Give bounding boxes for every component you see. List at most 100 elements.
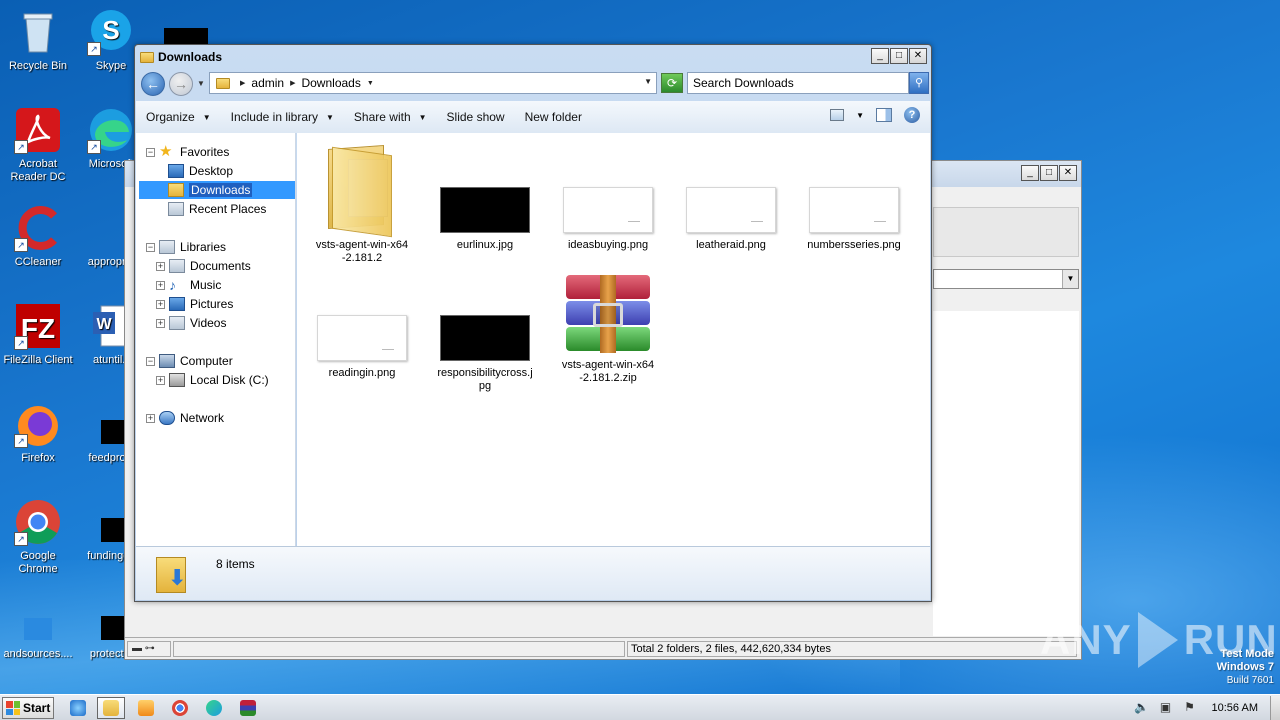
maximize-button[interactable]: □ bbox=[890, 48, 908, 64]
window-title: Downloads bbox=[140, 47, 222, 67]
flag-icon[interactable]: ⚑ bbox=[1182, 700, 1198, 716]
edge-icon: ↗ bbox=[87, 106, 135, 154]
close-button[interactable]: ✕ bbox=[1059, 165, 1077, 181]
chevron-right-icon[interactable]: ▶ bbox=[290, 79, 295, 87]
file-view[interactable]: vsts-agent-win-x64 -2.181.2 eurlinux.jpg… bbox=[297, 133, 930, 546]
nav-videos[interactable]: + Videos bbox=[156, 314, 226, 332]
firefox-icon: ↗ bbox=[14, 400, 62, 448]
new-folder-button[interactable]: New folder bbox=[515, 110, 592, 124]
expand-icon[interactable]: + bbox=[156, 375, 165, 385]
breadcrumb-admin[interactable]: admin bbox=[251, 76, 284, 90]
expand-icon[interactable]: + bbox=[146, 413, 155, 423]
taskbar-internet-explorer[interactable] bbox=[64, 697, 92, 719]
documents-icon bbox=[169, 259, 185, 273]
network-tray-icon[interactable]: ▣ bbox=[1158, 700, 1174, 716]
desktop-icon-firefox[interactable]: ↗ Firefox bbox=[0, 400, 76, 465]
help-icon[interactable]: ? bbox=[904, 107, 920, 123]
search-input[interactable]: Search Downloads bbox=[687, 72, 909, 94]
desktop-icon-andsources[interactable]: andsources.... bbox=[0, 596, 76, 661]
desktop-icon-acrobat[interactable]: ↗ Acrobat Reader DC bbox=[0, 106, 76, 184]
nav-label: Desktop bbox=[189, 164, 234, 178]
back-button[interactable]: ← bbox=[141, 72, 165, 96]
nav-local-disk[interactable]: + Local Disk (C:) bbox=[156, 371, 269, 389]
nav-downloads[interactable]: Downloads bbox=[139, 181, 295, 199]
file-item-folder[interactable]: vsts-agent-win-x64 -2.181.2 bbox=[307, 141, 417, 265]
desktop-icon-ccleaner[interactable]: ↗ CCleaner bbox=[0, 204, 76, 269]
taskbar-media-player[interactable] bbox=[132, 697, 160, 719]
file-item[interactable]: leatheraid.png bbox=[676, 187, 786, 252]
include-in-library-button[interactable]: Include in library ▼ bbox=[221, 110, 344, 124]
show-desktop-button[interactable] bbox=[1270, 696, 1280, 720]
address-bar[interactable]: ▶ admin ▶ Downloads ▼ ▼ bbox=[209, 72, 657, 94]
maximize-button[interactable]: □ bbox=[1040, 165, 1058, 181]
chevron-down-icon[interactable]: ▼ bbox=[856, 111, 864, 120]
volume-icon[interactable]: 🔈 bbox=[1134, 700, 1150, 716]
minimize-button[interactable]: _ bbox=[1021, 165, 1039, 181]
nav-desktop[interactable]: Desktop bbox=[168, 162, 233, 180]
file-name-cont: -2.181.2.zip bbox=[579, 372, 637, 384]
taskbar-edge[interactable] bbox=[200, 697, 228, 719]
nav-pictures[interactable]: + Pictures bbox=[156, 295, 233, 313]
background-window-combo[interactable]: ▼ bbox=[933, 269, 1079, 289]
skype-icon: S ↗ bbox=[87, 8, 135, 56]
collapse-icon[interactable]: − bbox=[146, 242, 155, 252]
file-item[interactable]: numbersseries.png bbox=[799, 187, 909, 252]
search-button[interactable]: ⚲ bbox=[909, 72, 929, 94]
nav-music[interactable]: + ♪ Music bbox=[156, 276, 221, 294]
chevron-down-icon[interactable]: ▼ bbox=[1062, 270, 1078, 288]
music-icon: ♪ bbox=[169, 277, 176, 293]
forward-button[interactable]: → bbox=[169, 72, 193, 96]
chevron-right-icon[interactable]: ▶ bbox=[240, 79, 245, 87]
recent-places-icon bbox=[168, 202, 184, 216]
organize-button[interactable]: Organize ▼ bbox=[136, 110, 221, 124]
expand-icon[interactable]: + bbox=[156, 299, 165, 309]
file-name: vsts-agent-win-x64 bbox=[561, 359, 655, 371]
background-window-list bbox=[933, 311, 1079, 636]
file-item[interactable]: ideasbuying.png bbox=[553, 187, 663, 252]
collapse-icon[interactable]: − bbox=[146, 356, 155, 366]
breadcrumb-downloads[interactable]: Downloads bbox=[301, 76, 360, 90]
recent-pages-dropdown[interactable]: ▼ bbox=[197, 79, 205, 88]
minimize-button[interactable]: _ bbox=[871, 48, 889, 64]
nav-libraries[interactable]: − Libraries bbox=[146, 238, 226, 256]
address-history-dropdown[interactable]: ▼ bbox=[644, 77, 652, 86]
window-controls: _ □ ✕ bbox=[871, 48, 927, 64]
share-with-button[interactable]: Share with ▼ bbox=[344, 110, 437, 124]
taskbar-explorer[interactable] bbox=[97, 697, 125, 719]
file-item[interactable]: responsibilitycross.j pg bbox=[430, 315, 540, 393]
folder-icon bbox=[140, 51, 154, 63]
details-pane: ⬇ 8 items bbox=[136, 546, 930, 600]
expand-icon[interactable]: + bbox=[156, 261, 165, 271]
file-item-archive[interactable]: vsts-agent-win-x64 -2.181.2.zip bbox=[553, 275, 663, 385]
desktop-icon-google-chrome[interactable]: ↗ Google Chrome bbox=[0, 498, 76, 576]
chevron-down-icon[interactable]: ▼ bbox=[367, 80, 374, 87]
collapse-icon[interactable]: − bbox=[146, 147, 155, 157]
clock[interactable]: 10:56 AM bbox=[1212, 702, 1258, 714]
start-button[interactable]: Start bbox=[2, 697, 54, 719]
file-item[interactable]: readingin.png bbox=[307, 315, 417, 380]
refresh-button[interactable]: ⟳ bbox=[661, 73, 683, 93]
expand-icon[interactable]: + bbox=[156, 318, 165, 328]
file-item[interactable]: eurlinux.jpg bbox=[430, 187, 540, 252]
acrobat-icon: ↗ bbox=[14, 106, 62, 154]
nav-label: Libraries bbox=[180, 240, 227, 254]
explorer-window[interactable]: Downloads _ □ ✕ ← → ▼ ▶ admin ▶ Download… bbox=[134, 44, 932, 602]
nav-computer[interactable]: − Computer bbox=[146, 352, 233, 370]
nav-network[interactable]: + Network bbox=[146, 409, 224, 427]
slide-show-button[interactable]: Slide show bbox=[437, 110, 515, 124]
desktop-icon-filezilla[interactable]: FZ ↗ FileZilla Client bbox=[0, 302, 76, 367]
shortcut-arrow-icon: ↗ bbox=[14, 532, 28, 546]
file-name-cont: -2.181.2 bbox=[341, 252, 383, 264]
nav-favorites[interactable]: − ★ Favorites bbox=[146, 143, 229, 161]
close-button[interactable]: ✕ bbox=[909, 48, 927, 64]
desktop-icon-recycle-bin[interactable]: Recycle Bin bbox=[0, 8, 76, 73]
expand-icon[interactable]: + bbox=[156, 280, 165, 290]
taskbar-winrar[interactable] bbox=[234, 697, 262, 719]
chevron-down-icon: ▼ bbox=[326, 112, 334, 122]
nav-documents[interactable]: + Documents bbox=[156, 257, 251, 275]
taskbar-chrome[interactable] bbox=[166, 697, 194, 719]
change-view-icon[interactable] bbox=[830, 109, 845, 121]
winrar-icon bbox=[240, 700, 256, 716]
nav-recent-places[interactable]: Recent Places bbox=[168, 200, 266, 218]
preview-pane-icon[interactable] bbox=[876, 108, 892, 122]
